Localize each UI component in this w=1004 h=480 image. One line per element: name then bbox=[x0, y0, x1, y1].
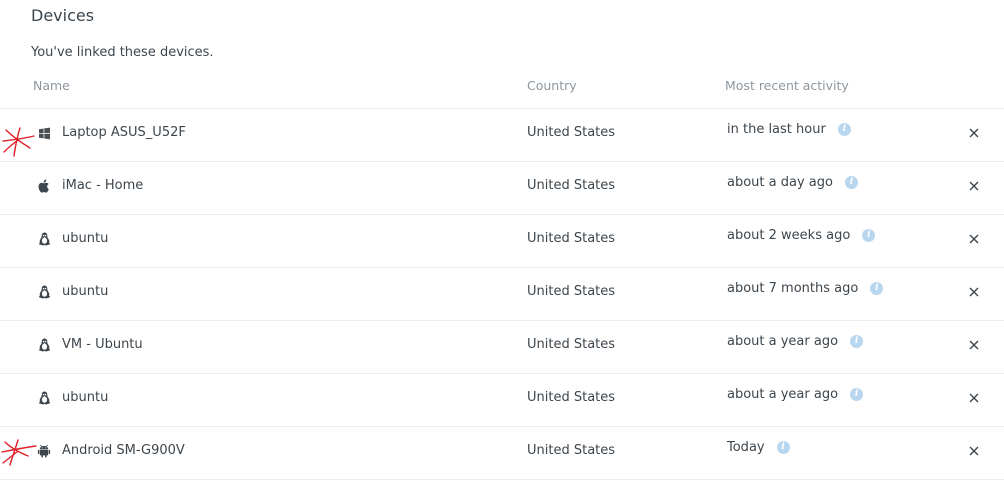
device-country: United States bbox=[527, 125, 616, 140]
device-activity: about 7 months ago i bbox=[727, 281, 884, 296]
close-icon bbox=[969, 181, 979, 191]
intro-text: You've linked these devices. bbox=[31, 45, 214, 60]
annotation-mark-icon bbox=[1, 439, 37, 466]
close-icon bbox=[969, 128, 979, 138]
remove-device-button[interactable] bbox=[966, 284, 982, 300]
device-activity: about a day ago i bbox=[727, 175, 858, 190]
windows-icon bbox=[37, 126, 51, 140]
column-header-country: Country bbox=[527, 78, 577, 93]
activity-text: about a day ago bbox=[727, 175, 833, 190]
close-icon bbox=[969, 287, 979, 297]
linux-icon bbox=[37, 391, 51, 405]
page-title: Devices bbox=[31, 6, 95, 25]
device-name: Android SM-G900V bbox=[62, 443, 185, 458]
device-name: VM - Ubuntu bbox=[62, 337, 143, 352]
remove-device-button[interactable] bbox=[966, 231, 982, 247]
close-icon bbox=[969, 340, 979, 350]
info-icon[interactable]: i bbox=[850, 388, 864, 401]
activity-text: about 7 months ago bbox=[727, 281, 859, 296]
info-icon[interactable]: i bbox=[776, 441, 790, 454]
apple-icon bbox=[37, 179, 51, 193]
device-name: ubuntu bbox=[62, 390, 109, 405]
table-row: Android SM-G900V United States Today i bbox=[0, 427, 1004, 480]
table-row: ubuntu United States about 2 weeks ago i bbox=[0, 215, 1004, 268]
info-icon[interactable]: i bbox=[837, 123, 851, 136]
device-activity: in the last hour i bbox=[727, 122, 851, 137]
activity-text: about a year ago bbox=[727, 387, 839, 402]
table-row: ubuntu United States about 7 months ago … bbox=[0, 268, 1004, 321]
remove-device-button[interactable] bbox=[966, 443, 982, 459]
device-name: ubuntu bbox=[62, 231, 109, 246]
column-header-activity: Most recent activity bbox=[725, 78, 849, 93]
info-icon[interactable]: i bbox=[862, 229, 876, 242]
device-country: United States bbox=[527, 231, 616, 246]
devices-table: Laptop ASUS_U52F United States in the la… bbox=[0, 109, 1004, 480]
device-country: United States bbox=[527, 284, 616, 299]
info-icon[interactable]: i bbox=[844, 176, 858, 189]
remove-device-button[interactable] bbox=[966, 390, 982, 406]
table-row: ubuntu United States about a year ago i bbox=[0, 374, 1004, 427]
info-icon[interactable]: i bbox=[850, 335, 864, 348]
device-activity: about a year ago i bbox=[727, 387, 864, 402]
linux-icon bbox=[37, 232, 51, 246]
activity-text: Today bbox=[727, 440, 765, 455]
android-icon bbox=[37, 444, 51, 458]
close-icon bbox=[969, 234, 979, 244]
info-icon[interactable]: i bbox=[870, 282, 884, 295]
linux-icon bbox=[37, 338, 51, 352]
device-name: ubuntu bbox=[62, 284, 109, 299]
table-header: Name Country Most recent activity bbox=[0, 78, 1004, 109]
activity-text: about a year ago bbox=[727, 334, 839, 349]
column-header-name: Name bbox=[33, 78, 70, 93]
device-country: United States bbox=[527, 443, 616, 458]
linux-icon bbox=[37, 285, 51, 299]
activity-text: in the last hour bbox=[727, 122, 826, 137]
device-country: United States bbox=[527, 178, 616, 193]
devices-page: Devices You've linked these devices. Nam… bbox=[0, 0, 1004, 480]
device-activity: about a year ago i bbox=[727, 334, 864, 349]
close-icon bbox=[969, 393, 979, 403]
annotation-mark-icon bbox=[2, 127, 35, 157]
device-country: United States bbox=[527, 390, 616, 405]
device-name: Laptop ASUS_U52F bbox=[62, 125, 186, 140]
remove-device-button[interactable] bbox=[966, 178, 982, 194]
device-activity: Today i bbox=[727, 440, 790, 455]
activity-text: about 2 weeks ago bbox=[727, 228, 851, 243]
device-name: iMac - Home bbox=[62, 178, 144, 193]
table-row: VM - Ubuntu United States about a year a… bbox=[0, 321, 1004, 374]
device-activity: about 2 weeks ago i bbox=[727, 228, 876, 243]
close-icon bbox=[969, 446, 979, 456]
remove-device-button[interactable] bbox=[966, 337, 982, 353]
table-row: iMac - Home United States about a day ag… bbox=[0, 162, 1004, 215]
table-row: Laptop ASUS_U52F United States in the la… bbox=[0, 109, 1004, 162]
device-country: United States bbox=[527, 337, 616, 352]
remove-device-button[interactable] bbox=[966, 125, 982, 141]
